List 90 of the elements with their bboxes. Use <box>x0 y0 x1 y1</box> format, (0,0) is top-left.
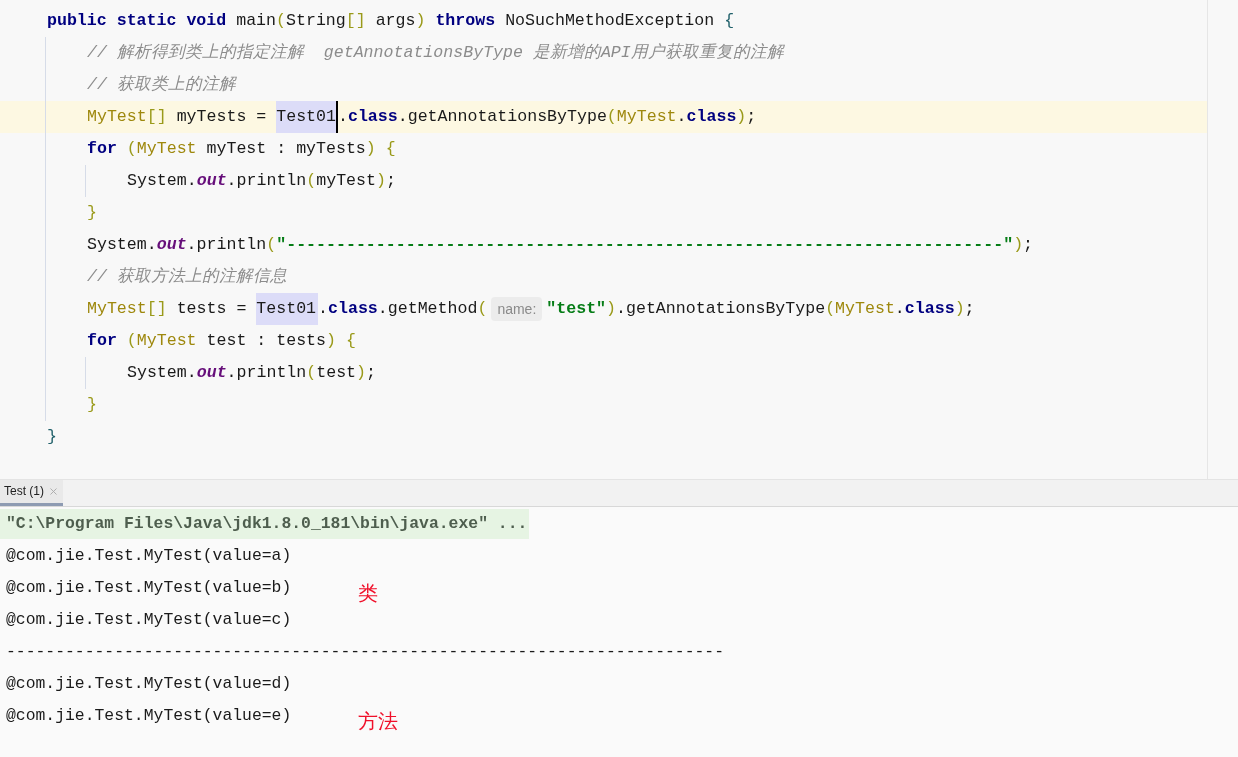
code-token: ) <box>606 298 616 320</box>
code-token: . <box>337 106 348 128</box>
code-token: .println <box>226 362 307 384</box>
code-token: ) <box>736 106 747 128</box>
code-token: ) <box>376 170 386 192</box>
code-token: } <box>87 202 97 224</box>
console-output: ------------------------------------------------------------------------- <box>6 640 725 663</box>
code-token: ) { <box>365 138 396 160</box>
code-keyword: for <box>87 330 117 352</box>
code-token: out <box>196 170 227 192</box>
code-keyword: throws <box>434 10 496 32</box>
code-token: { <box>724 10 735 32</box>
code-token: NoSuchMethodException <box>504 10 716 32</box>
code-token: System. <box>127 362 197 384</box>
code-keyword: class <box>904 298 955 320</box>
code-token: [] <box>146 106 167 128</box>
code-keyword: public static void <box>47 10 227 32</box>
code-token: [] <box>146 298 167 320</box>
code-token: myTests = <box>175 106 268 128</box>
console-output: @com.jie.Test.MyTest(value=a) <box>6 544 292 567</box>
code-token: .getAnnotationsByType <box>397 106 607 128</box>
code-token: myTest : myTests <box>205 138 366 160</box>
code-token: String <box>286 10 346 32</box>
highlighted-identifier: Test01 <box>276 101 338 133</box>
code-keyword: for <box>87 138 117 160</box>
code-token: . <box>894 298 905 320</box>
code-keyword: class <box>347 106 398 128</box>
code-token: MyTest <box>87 106 147 128</box>
code-comment: // 获取类上的注解 <box>87 74 236 96</box>
code-token: ( <box>825 298 836 320</box>
code-comment: // 获取方法上的注解信息 <box>87 266 287 288</box>
code-token: ; <box>366 362 376 384</box>
code-keyword: class <box>686 106 737 128</box>
code-token: ( <box>477 298 488 320</box>
code-token: . <box>676 106 687 128</box>
code-token: } <box>47 426 57 448</box>
code-token: MyTest <box>87 298 147 320</box>
annotation-note: 类 <box>358 581 378 606</box>
close-icon[interactable] <box>48 485 59 497</box>
code-token: ) <box>1013 234 1024 256</box>
console-output: @com.jie.Test.MyTest(value=c) <box>6 608 292 631</box>
code-token: ( <box>125 138 137 160</box>
code-token: System. <box>87 234 157 256</box>
code-token: MyTest <box>616 106 677 128</box>
code-token: tests = <box>175 298 248 320</box>
code-token: args <box>374 10 416 32</box>
code-token: MyTest <box>136 330 197 352</box>
annotation-note: 方法 <box>358 709 398 734</box>
code-token: ( <box>606 106 617 128</box>
code-token: .println <box>226 170 307 192</box>
code-token: MyTest <box>136 138 197 160</box>
string-literal: "test" <box>546 298 607 320</box>
code-token: .getAnnotationsByType <box>616 298 826 320</box>
console-output: @com.jie.Test.MyTest(value=b) <box>6 576 292 599</box>
code-token: out <box>156 234 187 256</box>
code-token: ; <box>964 298 975 320</box>
code-comment: // 解析得到类上的指定注解 getAnnotationsByType 是新增的API用户获取重复的注解 <box>87 42 784 64</box>
code-token: .println <box>186 234 267 256</box>
code-token: MyTest <box>835 298 895 320</box>
code-token: ( <box>276 10 286 32</box>
code-token: ( <box>266 234 277 256</box>
code-editor[interactable] <box>0 0 1238 480</box>
console-command: "C:\Program Files\Java\jdk1.8.0_181\bin\java.exe" ... <box>0 509 530 539</box>
console-output: @com.jie.Test.MyTest(value=e) <box>6 704 292 727</box>
code-token: myTest <box>316 170 376 192</box>
parameter-hint: name: <box>491 297 543 321</box>
code-token: } <box>87 394 97 416</box>
code-token: ( <box>306 170 317 192</box>
code-token: test : tests <box>205 330 326 352</box>
string-literal: "------------------------------------------------------------------------" <box>276 234 1014 256</box>
code-keyword: class <box>328 298 378 320</box>
run-tab[interactable]: Test (1) <box>0 479 63 506</box>
code-token: ; <box>746 106 757 128</box>
code-token: .getMethod <box>377 298 478 320</box>
code-token: main <box>235 10 277 32</box>
code-token: . <box>318 298 328 320</box>
code-token: System. <box>127 170 197 192</box>
code-token: ) <box>415 10 426 32</box>
code-token: ; <box>1023 234 1034 256</box>
code-token: [] <box>345 10 366 32</box>
highlighted-identifier: Test01 <box>256 293 319 325</box>
code-token: ( <box>306 362 317 384</box>
code-token: ) <box>356 362 367 384</box>
console-output: @com.jie.Test.MyTest(value=d) <box>6 672 292 695</box>
code-token: ( <box>125 330 137 352</box>
code-token: test <box>316 362 357 384</box>
code-token: ) { <box>326 330 356 352</box>
code-token: ) <box>954 298 965 320</box>
code-token: ; <box>385 170 396 192</box>
code-token: out <box>196 362 227 384</box>
